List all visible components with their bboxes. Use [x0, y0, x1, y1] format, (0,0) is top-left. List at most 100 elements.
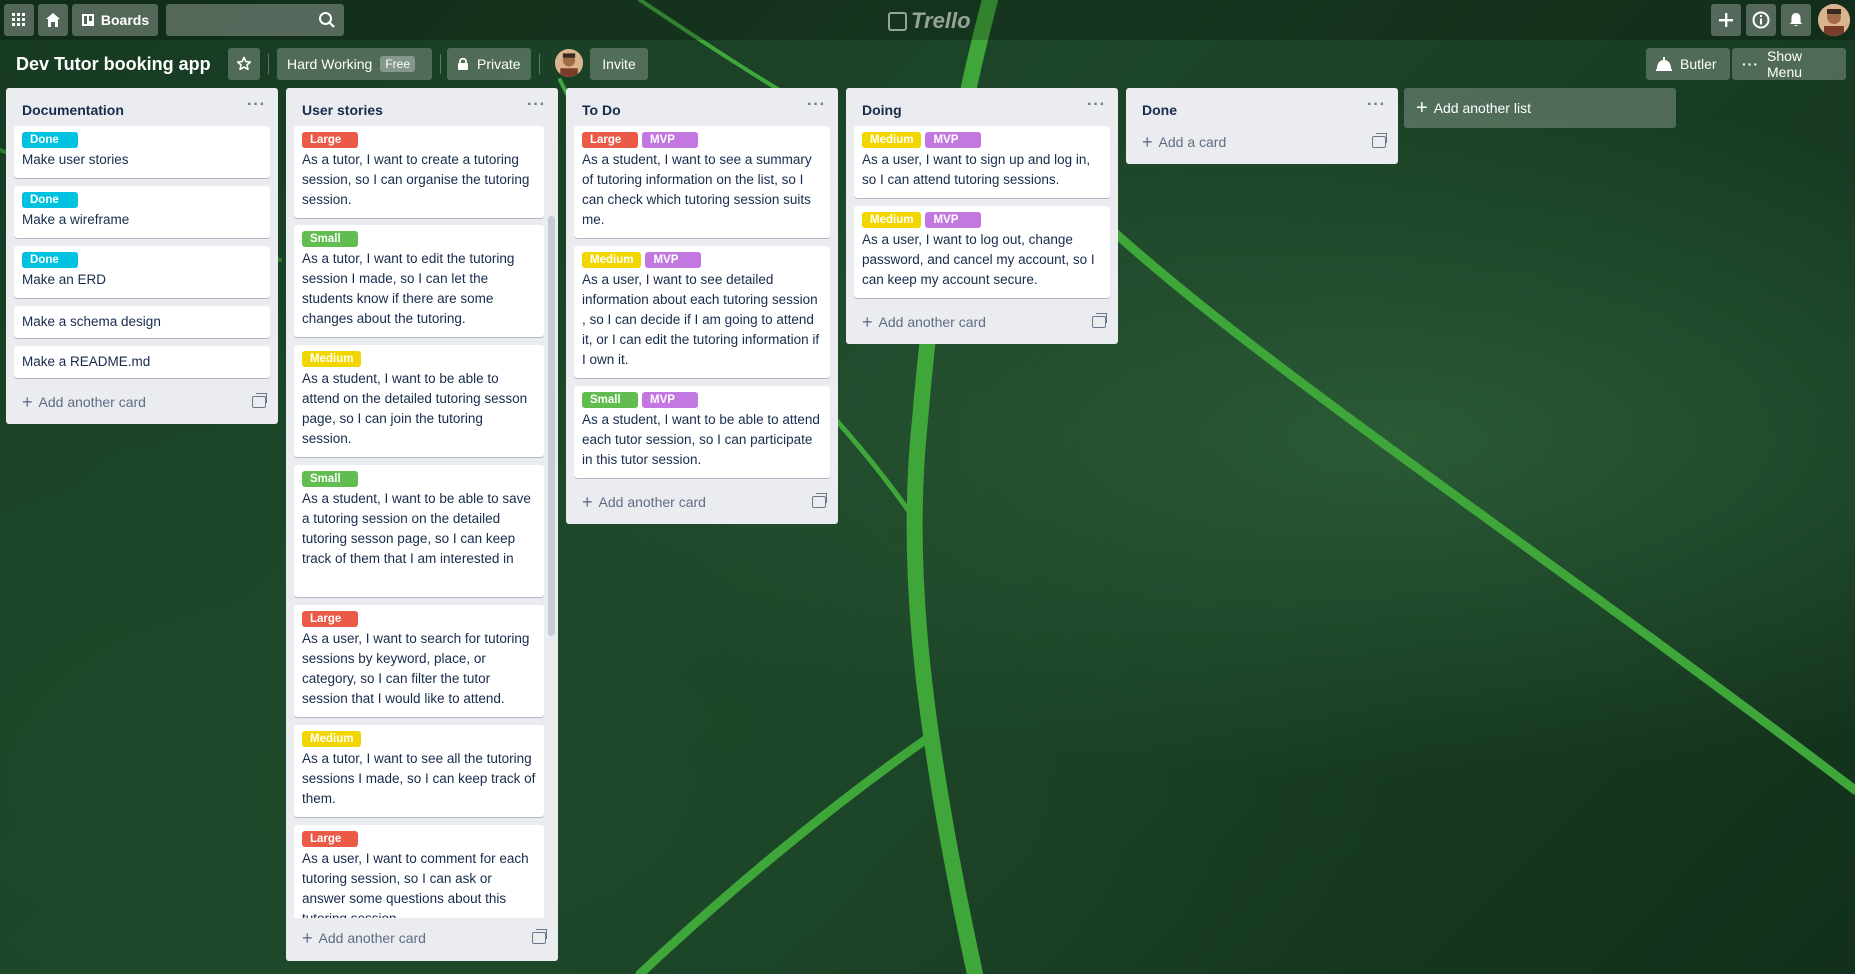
label-done[interactable]: Done: [22, 132, 78, 148]
avatar-icon: [1818, 4, 1850, 36]
more-dots-icon: ···: [1742, 56, 1759, 72]
plus-icon: [1719, 13, 1733, 27]
star-button[interactable]: [228, 48, 260, 80]
label-mvp[interactable]: MVP: [925, 132, 982, 148]
list-title[interactable]: Doing: [862, 102, 902, 118]
trello-logo[interactable]: Trello: [888, 8, 971, 34]
card[interactable]: Done Make an ERD: [14, 246, 270, 298]
list-documentation: Documentation ··· Done Make user stories…: [6, 88, 278, 424]
card-title: Make a schema design: [22, 314, 161, 329]
label-mvp[interactable]: MVP: [645, 252, 702, 268]
user-avatar[interactable]: [1818, 4, 1850, 36]
home-button[interactable]: [38, 4, 68, 36]
list-menu-icon[interactable]: ···: [247, 96, 266, 114]
label-medium[interactable]: Medium: [302, 351, 362, 367]
top-nav-bar: Boards Trello: [0, 0, 1855, 40]
card[interactable]: Small As a student, I want to be able to…: [294, 465, 544, 597]
card[interactable]: Large As a tutor, I want to create a tut…: [294, 126, 544, 218]
card[interactable]: Small As a tutor, I want to edit the tut…: [294, 225, 544, 337]
card-title: As a user, I want to search for tutoring…: [302, 631, 530, 706]
card[interactable]: Large MVP As a student, I want to see a …: [574, 126, 830, 238]
search-input[interactable]: [166, 4, 344, 36]
card[interactable]: Medium As a tutor, I want to see all the…: [294, 725, 544, 817]
card-scroll-area: Large As a tutor, I want to create a tut…: [286, 126, 558, 918]
card[interactable]: Large As a user, I want to search for tu…: [294, 605, 544, 717]
label-mvp[interactable]: MVP: [642, 132, 698, 148]
home-icon: [46, 13, 60, 27]
label-done[interactable]: Done: [22, 192, 78, 208]
boards-button[interactable]: Boards: [72, 4, 158, 36]
add-card-button[interactable]: + Add another card: [22, 390, 267, 414]
label-small[interactable]: Small: [302, 471, 358, 487]
label-done[interactable]: Done: [22, 252, 78, 268]
notifications-button[interactable]: [1781, 4, 1811, 36]
add-card-button[interactable]: + Add another card: [862, 310, 1107, 334]
free-badge: Free: [380, 56, 416, 72]
header-divider: [440, 54, 441, 74]
card[interactable]: Done Make user stories: [14, 126, 270, 178]
label-mvp[interactable]: MVP: [642, 392, 698, 408]
member-avatar[interactable]: [555, 49, 583, 77]
label-mvp[interactable]: MVP: [925, 212, 982, 228]
card-template-icon[interactable]: [532, 929, 547, 944]
label-medium[interactable]: Medium: [862, 212, 922, 228]
visibility-button[interactable]: Private: [447, 48, 531, 80]
plus-icon: +: [862, 312, 873, 332]
add-card-button[interactable]: + Add another card: [302, 926, 547, 950]
show-menu-button[interactable]: ··· Show Menu: [1732, 48, 1846, 80]
label-medium[interactable]: Medium: [862, 132, 922, 148]
list-menu-icon[interactable]: ···: [1367, 96, 1386, 114]
info-button[interactable]: [1746, 4, 1776, 36]
show-menu-label: Show Menu: [1767, 48, 1803, 80]
plus-icon: +: [302, 928, 313, 948]
card[interactable]: Medium MVP As a user, I want to sign up …: [854, 126, 1110, 198]
label-small[interactable]: Small: [582, 392, 638, 408]
label-large[interactable]: Large: [302, 831, 358, 847]
apps-grid-icon: [12, 13, 25, 26]
card-title: As a user, I want to comment for each tu…: [302, 851, 529, 918]
add-card-label: Add another card: [38, 394, 146, 410]
list-title[interactable]: To Do: [582, 102, 621, 118]
list-done: Done ··· + Add a card: [1126, 88, 1398, 164]
card-template-icon[interactable]: [252, 393, 267, 408]
label-small[interactable]: Small: [302, 231, 358, 247]
label-large[interactable]: Large: [302, 611, 358, 627]
card-template-icon[interactable]: [812, 493, 827, 508]
label-medium[interactable]: Medium: [582, 252, 642, 268]
add-card-button[interactable]: + Add another card: [582, 490, 827, 514]
apps-grid-button[interactable]: [4, 4, 34, 36]
card[interactable]: Done Make a wireframe: [14, 186, 270, 238]
label-large[interactable]: Large: [582, 132, 638, 148]
butler-button[interactable]: Butler: [1646, 48, 1730, 80]
list-title[interactable]: User stories: [302, 102, 383, 118]
card[interactable]: Medium As a student, I want to be able t…: [294, 345, 544, 457]
label-large[interactable]: Large: [302, 132, 358, 148]
card[interactable]: Large As a user, I want to comment for e…: [294, 825, 544, 918]
add-card-button[interactable]: + Add a card: [1142, 130, 1387, 154]
butler-label: Butler: [1680, 56, 1717, 72]
list-title[interactable]: Documentation: [22, 102, 124, 118]
add-list-button[interactable]: + Add another list: [1404, 88, 1676, 128]
list-menu-icon[interactable]: ···: [527, 96, 546, 114]
list-menu-icon[interactable]: ···: [807, 96, 826, 114]
board-title[interactable]: Dev Tutor booking app: [16, 54, 211, 75]
header-divider: [539, 54, 540, 74]
info-icon: [1752, 11, 1770, 29]
card[interactable]: Medium MVP As a user, I want to see deta…: [574, 246, 830, 378]
list-menu-icon[interactable]: ···: [1087, 96, 1106, 114]
card[interactable]: Make a README.md: [14, 346, 270, 378]
workspace-button[interactable]: Hard Working Free: [277, 48, 432, 80]
label-medium[interactable]: Medium: [302, 731, 362, 747]
card-title: As a tutor, I want to see all the tutori…: [302, 751, 536, 806]
visibility-label: Private: [477, 56, 521, 72]
add-card-label: Add another card: [878, 314, 986, 330]
invite-button[interactable]: Invite: [590, 48, 648, 80]
list-doing: Doing ··· Medium MVP As a user, I want t…: [846, 88, 1118, 344]
card[interactable]: Medium MVP As a user, I want to log out,…: [854, 206, 1110, 298]
card-template-icon[interactable]: [1372, 133, 1387, 148]
list-title[interactable]: Done: [1142, 102, 1177, 118]
create-button[interactable]: [1711, 4, 1741, 36]
card[interactable]: Small MVP As a student, I want to be abl…: [574, 386, 830, 478]
card[interactable]: Make a schema design: [14, 306, 270, 338]
card-template-icon[interactable]: [1092, 313, 1107, 328]
